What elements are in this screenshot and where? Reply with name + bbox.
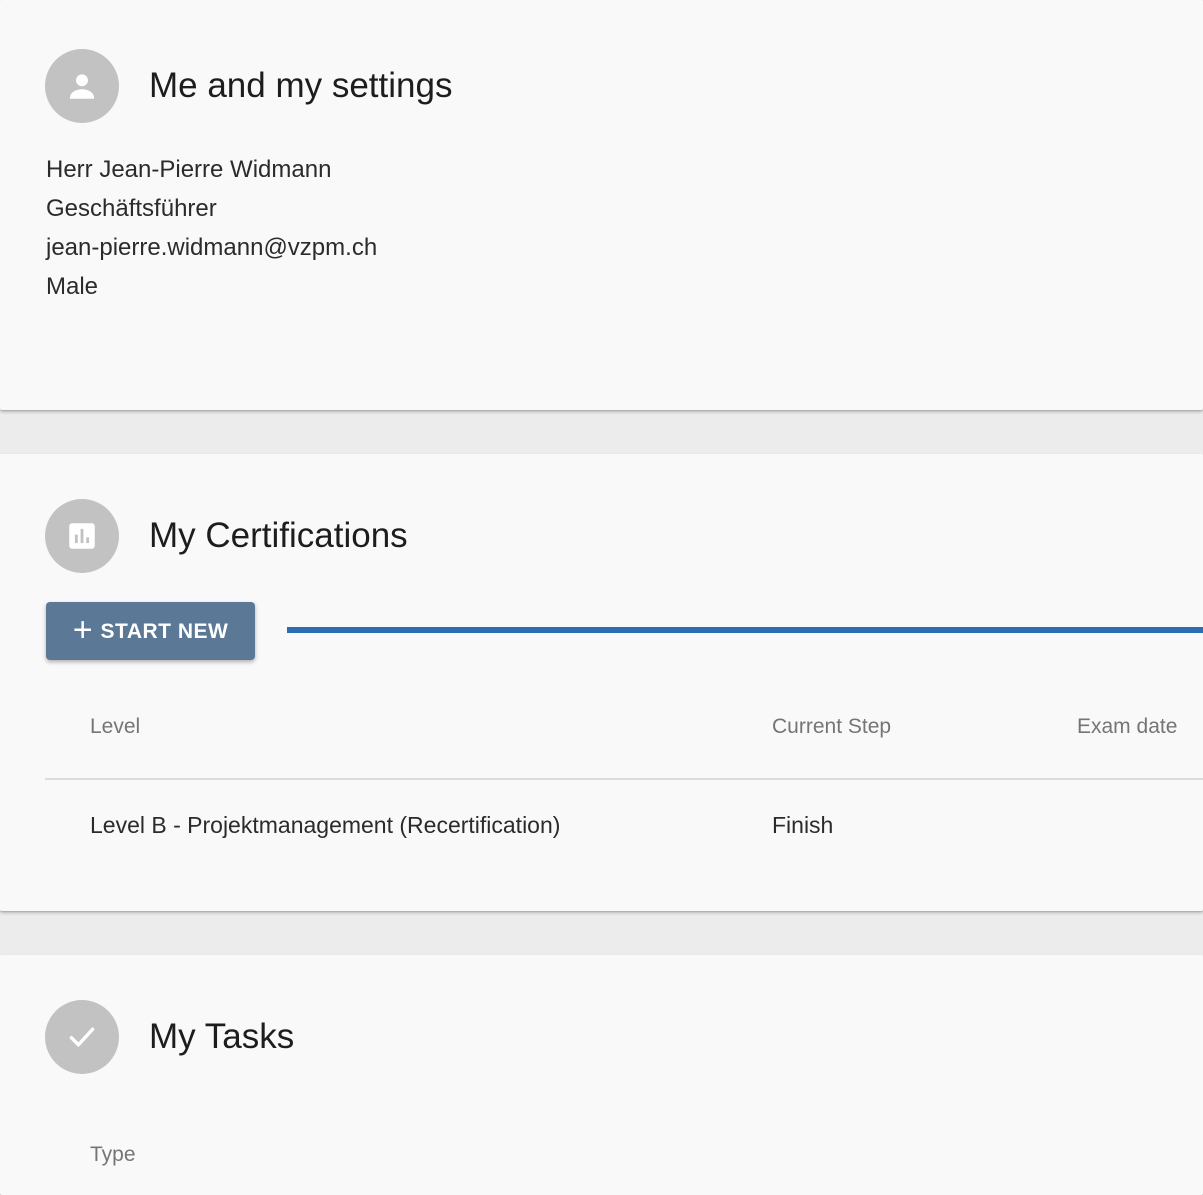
settings-title: Me and my settings — [149, 66, 453, 105]
plus-icon: + — [72, 610, 93, 649]
user-name: Herr Jean-Pierre Widmann — [46, 156, 332, 183]
settings-card: Me and my settings Herr Jean-Pierre Widm… — [0, 0, 1203, 410]
tasks-card: My Tasks Type — [0, 955, 1203, 1195]
check-icon — [45, 1000, 119, 1074]
bar-chart-icon — [45, 499, 119, 573]
annotation-arrow — [287, 627, 1203, 633]
tasks-title: My Tasks — [149, 1017, 295, 1056]
start-new-label: START NEW — [100, 619, 229, 643]
row-current-step: Finish — [772, 812, 834, 838]
column-header-current-step: Current Step — [772, 715, 892, 738]
user-email: jean-pierre.widmann@vzpm.ch — [46, 234, 378, 261]
person-icon — [45, 49, 119, 123]
certifications-card: My Certifications + START NEW Level Curr… — [0, 454, 1203, 911]
table-divider — [45, 778, 1203, 780]
start-new-button[interactable]: + START NEW — [46, 602, 255, 660]
column-header-exam-date: Exam date — [1077, 715, 1178, 738]
user-gender: Male — [46, 273, 99, 300]
column-header-type: Type — [90, 1143, 136, 1166]
row-level: Level B - Projektmanagement (Recertifica… — [90, 812, 561, 838]
certifications-title: My Certifications — [149, 516, 408, 555]
column-header-level: Level — [90, 715, 141, 738]
user-role: Geschäftsführer — [46, 195, 217, 222]
